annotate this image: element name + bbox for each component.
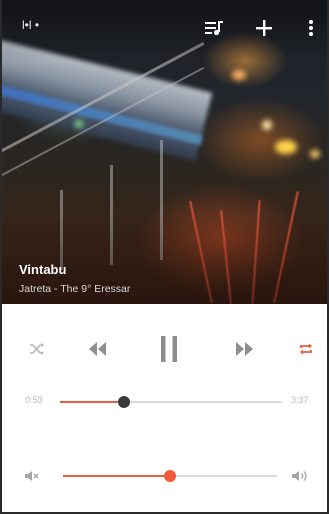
add-icon[interactable]: [250, 14, 278, 42]
shuffle-button[interactable]: [22, 326, 52, 372]
previous-button[interactable]: [80, 326, 114, 372]
pause-button[interactable]: [152, 326, 186, 372]
volume-level: [63, 475, 170, 477]
volume-up-button[interactable]: [288, 464, 312, 488]
repeat-button[interactable]: [291, 326, 321, 372]
volume-up-icon: [292, 471, 307, 481]
seek-thumb[interactable]: [118, 396, 130, 408]
source-selector[interactable]: l•l •: [22, 18, 39, 32]
volume-down-button[interactable]: [20, 464, 44, 488]
duration-time: 3:37: [291, 395, 309, 405]
next-icon: [236, 342, 253, 356]
previous-icon: [89, 342, 106, 356]
elapsed-time: 0:53: [25, 395, 43, 405]
track-title: Vintabu: [19, 262, 67, 277]
seek-progress: [60, 401, 124, 403]
seek-bar-row: 0:53 3:37: [0, 390, 329, 414]
shuffle-icon: [30, 343, 44, 355]
top-bar: l•l •: [0, 0, 329, 56]
volume-row: [0, 464, 329, 488]
next-button[interactable]: [228, 326, 262, 372]
more-vert-icon[interactable]: [297, 14, 325, 42]
pause-icon: [161, 336, 177, 362]
track-subtitle: Jatreta - The 9° Eressar: [19, 283, 131, 295]
volume-thumb[interactable]: [164, 470, 176, 482]
repeat-icon: [300, 343, 312, 355]
playback-controls: [0, 326, 329, 372]
queue-music-icon[interactable]: [200, 14, 228, 42]
volume-slider[interactable]: [63, 470, 277, 482]
source-label: l•l •: [22, 18, 40, 32]
volume-down-icon: [25, 471, 39, 481]
music-player: l•l • Vintabu Jatreta - The 9° Eressar 0…: [0, 0, 329, 514]
seek-slider[interactable]: [60, 396, 282, 408]
